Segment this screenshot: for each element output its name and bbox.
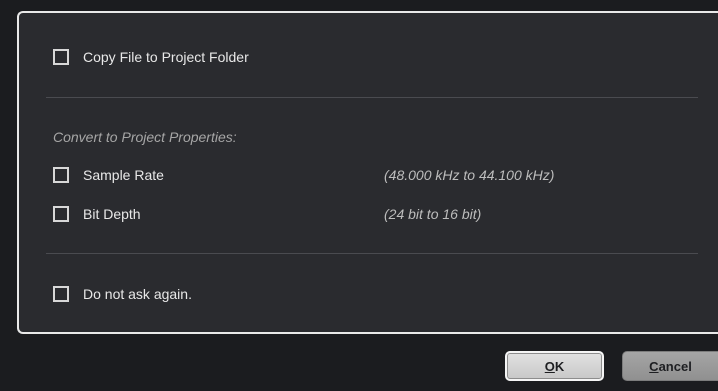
sample-rate-detail: (48.000 kHz to 44.100 kHz) bbox=[384, 167, 555, 183]
do-not-ask-label: Do not ask again. bbox=[83, 286, 192, 302]
do-not-ask-checkbox[interactable] bbox=[53, 286, 69, 302]
options-panel: Copy File to Project Folder Convert to P… bbox=[17, 11, 718, 334]
sample-rate-checkbox[interactable] bbox=[53, 167, 69, 183]
copy-file-checkbox[interactable] bbox=[53, 49, 69, 65]
cancel-mnemonic: C bbox=[649, 358, 659, 374]
cancel-button[interactable]: Cancel bbox=[622, 351, 718, 381]
copy-file-label: Copy File to Project Folder bbox=[83, 49, 249, 65]
sample-rate-label: Sample Rate bbox=[83, 167, 164, 183]
bit-depth-detail: (24 bit to 16 bit) bbox=[384, 206, 482, 222]
ok-label-rest: K bbox=[554, 358, 565, 374]
cancel-label-rest: ancel bbox=[658, 358, 692, 374]
bit-depth-checkbox[interactable] bbox=[53, 206, 69, 222]
bit-depth-option[interactable]: Bit Depth bbox=[53, 203, 141, 225]
copy-file-option[interactable]: Copy File to Project Folder bbox=[53, 46, 249, 68]
bottom-divider bbox=[46, 253, 698, 254]
convert-section-title: Convert to Project Properties: bbox=[53, 129, 237, 145]
bit-depth-label: Bit Depth bbox=[83, 206, 141, 222]
sample-rate-option[interactable]: Sample Rate bbox=[53, 164, 164, 186]
import-options-dialog: Copy File to Project Folder Convert to P… bbox=[0, 0, 718, 391]
ok-button[interactable]: OK bbox=[505, 351, 604, 381]
ok-mnemonic: O bbox=[544, 358, 555, 374]
top-divider bbox=[46, 97, 698, 98]
do-not-ask-option[interactable]: Do not ask again. bbox=[53, 283, 192, 305]
